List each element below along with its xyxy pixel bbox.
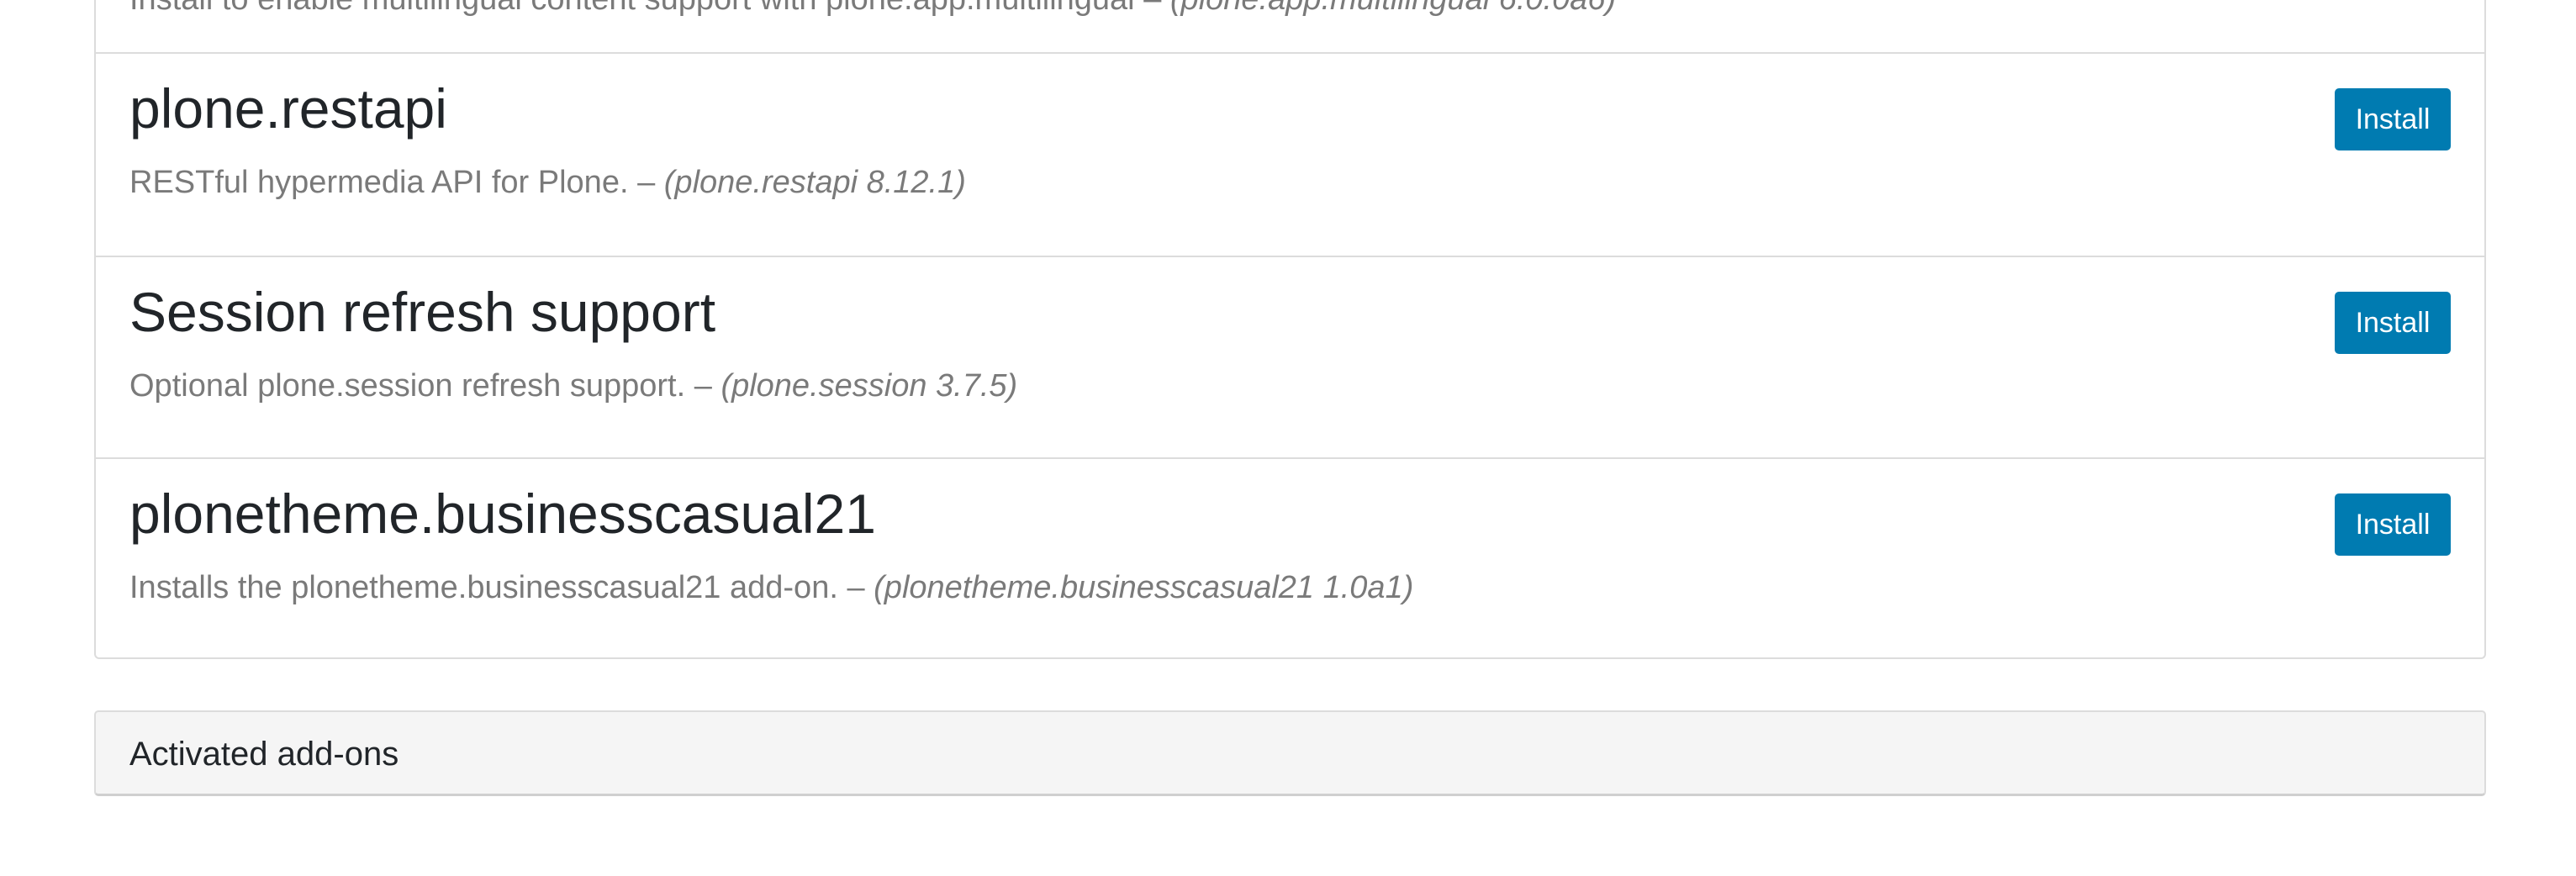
addon-package-version: (plonetheme.businesscasual21 1.0a1) (874, 570, 1414, 605)
available-addons-list: Install to enable multilingual content s… (94, 0, 2486, 659)
addon-description-text: Install to enable multilingual content s… (129, 0, 1135, 17)
addon-separator: – (694, 368, 712, 404)
addon-item-plone-session: Session refresh support Optional plone.s… (96, 257, 2484, 459)
addon-separator: – (637, 165, 656, 200)
addon-separator: – (847, 570, 865, 605)
addon-description-text: Installs the plonetheme.businesscasual21… (129, 570, 838, 605)
addon-separator: – (1143, 0, 1161, 17)
addon-description-text: RESTful hypermedia API for Plone. (129, 165, 629, 200)
addon-title: Session refresh support (129, 281, 716, 343)
addon-package-version: (plone.session 3.7.5) (721, 368, 1018, 404)
activated-addons-header[interactable]: Activated add-ons (94, 710, 2486, 796)
install-button[interactable]: Install (2335, 88, 2451, 150)
addon-description-text: Optional plone.session refresh support. (129, 368, 686, 404)
addon-title: plone.restapi (129, 77, 447, 140)
addon-item-plone-restapi: plone.restapi RESTful hypermedia API for… (96, 54, 2484, 257)
addon-description: Installs the plonetheme.businesscasual21… (129, 572, 1413, 604)
addon-description: Install to enable multilingual content s… (129, 0, 1616, 15)
install-button[interactable]: Install (2335, 493, 2451, 556)
install-button[interactable]: Install (2335, 292, 2451, 354)
addon-item-businesscasual21: plonetheme.businesscasual21 Installs the… (96, 459, 2484, 659)
addon-title: plonetheme.businesscasual21 (129, 483, 876, 545)
addon-description: RESTful hypermedia API for Plone. – (plo… (129, 166, 966, 198)
addon-package-version: (plone.restapi 8.12.1) (663, 165, 966, 200)
addon-description: Optional plone.session refresh support. … (129, 370, 1017, 402)
section-heading: Activated add-ons (129, 736, 399, 773)
addon-package-version: (plone.app.multilingual 6.0.0a6) (1170, 0, 1616, 17)
addon-item-multilingual: Install to enable multilingual content s… (96, 0, 2484, 54)
